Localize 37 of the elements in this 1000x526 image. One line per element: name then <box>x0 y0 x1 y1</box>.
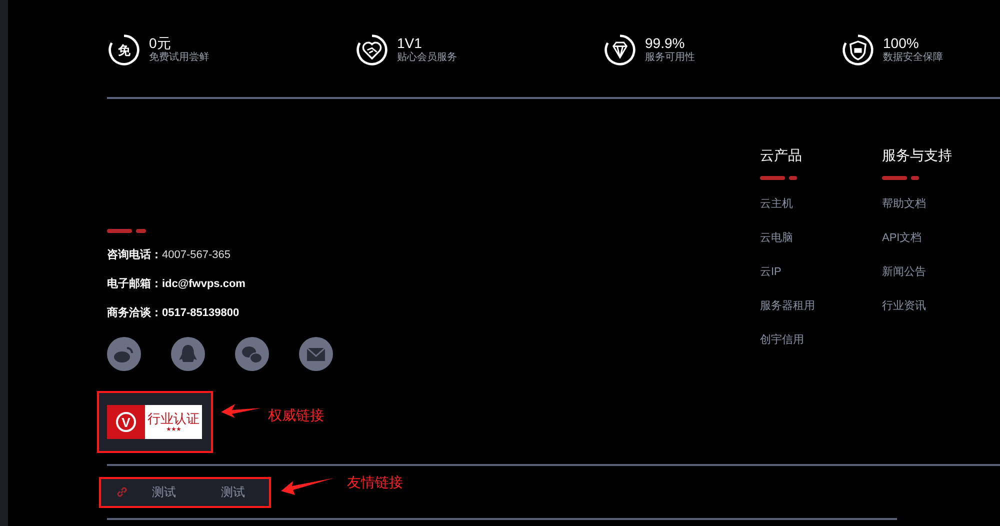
arrow <box>221 404 261 418</box>
footer-link[interactable]: 云IP <box>760 264 882 281</box>
footer-link[interactable]: 帮助文档 <box>882 196 1000 213</box>
annotation-label: 友情链接 <box>347 473 403 492</box>
footer-link[interactable]: 新闻公告 <box>882 264 1000 281</box>
footer-link[interactable]: 云电脑 <box>760 230 882 247</box>
friend-link[interactable]: 测试 <box>152 483 176 501</box>
stat-value: 1V1 <box>397 34 423 52</box>
stat-label: 服务可用性 <box>645 52 695 64</box>
shield-icon <box>841 32 875 66</box>
stat-value: 0元 <box>149 34 172 52</box>
contact-value: idc@fwvps.com <box>162 276 246 292</box>
badge-title: 行业认证 <box>148 412 200 424</box>
stat-label: 数据安全保障 <box>883 52 943 64</box>
column-heading: 云产品 <box>760 146 803 165</box>
footer-link[interactable]: 行业资讯 <box>882 298 1000 315</box>
footer-link[interactable]: 创宇信用 <box>760 332 882 349</box>
v-mark-icon: V <box>116 412 136 432</box>
footer-link[interactable]: API文档 <box>882 230 1000 247</box>
contact-label: 商务洽谈： <box>107 306 162 321</box>
footer-link[interactable]: 服务器租用 <box>760 298 882 315</box>
footer-link[interactable]: 云主机 <box>760 196 882 213</box>
friend-link[interactable]: 测试 <box>221 483 245 501</box>
contact-label: 电子邮箱： <box>107 276 162 292</box>
stat-label: 贴心会员服务 <box>397 52 457 64</box>
annotation-label: 权威链接 <box>268 406 324 425</box>
contact-value: 0517-85139800 <box>162 306 240 321</box>
contact-value: 4007-567-365 <box>162 248 231 263</box>
arrow <box>281 477 334 495</box>
diamond-icon <box>603 32 637 66</box>
stat-value: 100% <box>883 34 920 52</box>
link-icon <box>116 486 128 498</box>
stat-label: 免费试用尝鲜 <box>149 52 209 64</box>
stat-value: 99.9% <box>645 34 686 52</box>
contact-label: 咨询电话： <box>107 248 162 263</box>
mail-icon[interactable] <box>299 337 333 371</box>
column-heading: 服务与支持 <box>882 146 953 165</box>
